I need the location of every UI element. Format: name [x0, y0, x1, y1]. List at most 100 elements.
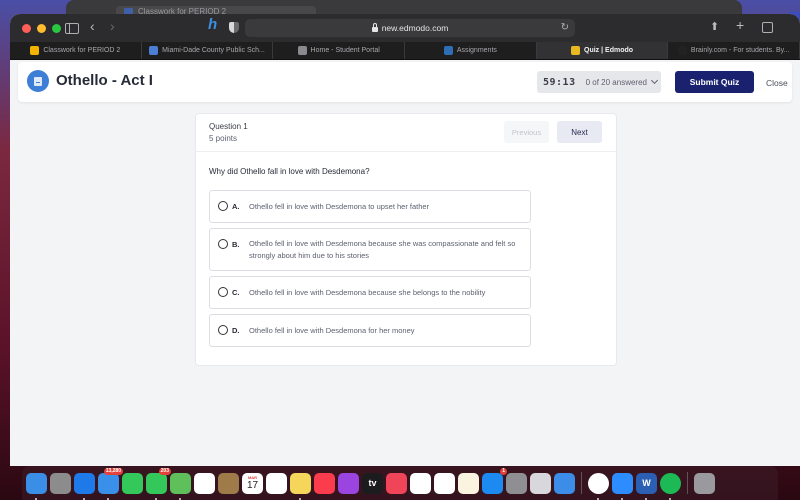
submit-quiz-button[interactable]: Submit Quiz	[675, 71, 754, 93]
browser-tab[interactable]: Brainly.com - For students. By...	[668, 42, 800, 59]
option-text: Othello fell in love with Desdemona beca…	[249, 288, 486, 297]
question-card: Question 1 5 points Previous Next Why di…	[196, 114, 616, 365]
quiz-page: Othello - Act I 59:13 0 of 20 answered S…	[10, 60, 800, 466]
tab-label: Assignments	[456, 47, 497, 54]
radio-button[interactable]	[218, 287, 228, 297]
running-indicator	[299, 497, 301, 500]
running-indicator	[669, 497, 671, 500]
browser-tab[interactable]: Home - Student Portal	[273, 42, 406, 59]
tab-label: Quiz | Edmodo	[584, 47, 634, 54]
trash-icon[interactable]	[694, 472, 715, 494]
roblox-studio-icon[interactable]	[554, 472, 575, 494]
photos-icon[interactable]	[194, 472, 215, 494]
close-window-button[interactable]	[22, 24, 31, 33]
google-classroom-icon	[30, 46, 40, 55]
timer: 59:13	[543, 76, 576, 88]
maps-icon[interactable]	[170, 472, 191, 500]
finder-icon[interactable]	[26, 472, 47, 500]
safari-icon[interactable]	[74, 472, 95, 500]
answer-option-b[interactable]: B. Othello fell in love with Desdemona b…	[209, 228, 531, 271]
radio-button[interactable]	[218, 239, 228, 249]
address-bar[interactable]: new.edmodo.com ↻	[245, 19, 575, 37]
portal-icon	[297, 46, 307, 55]
tab-label: Miami-Dade County Public Sch...	[162, 47, 265, 54]
zoom-icon[interactable]	[612, 472, 633, 500]
w-icon	[443, 46, 453, 55]
url-text: new.edmodo.com	[381, 23, 449, 33]
share-icon[interactable]: ⬆	[710, 20, 719, 34]
messages-icon[interactable]: 203	[146, 467, 171, 500]
close-button[interactable]: Close	[766, 78, 788, 88]
answer-option-c[interactable]: C. Othello fell in love with Desdemona b…	[209, 276, 531, 309]
contacts-icon[interactable]	[218, 472, 239, 494]
quiz-title: Othello - Act I	[56, 72, 153, 89]
answered-count: 0 of 20 answered	[585, 77, 647, 87]
radio-button[interactable]	[218, 325, 228, 335]
progress-dropdown[interactable]: 59:13 0 of 20 answered	[537, 71, 661, 93]
extension-icon[interactable]: h	[208, 17, 217, 32]
news-icon[interactable]	[386, 472, 407, 494]
numbers-icon[interactable]	[410, 472, 431, 494]
option-letter: C.	[232, 288, 240, 297]
music-icon[interactable]	[314, 472, 335, 494]
radio-button[interactable]	[218, 201, 228, 211]
dock-separator	[581, 472, 582, 494]
reminders-icon[interactable]	[266, 472, 287, 494]
browser-window: ‹ › h new.edmodo.com ↻ ⬆ + Classwork for…	[10, 14, 800, 466]
spotify-icon[interactable]	[660, 472, 681, 500]
quiz-header: Othello - Act I 59:13 0 of 20 answered S…	[18, 62, 792, 102]
window-controls	[22, 24, 61, 33]
edmodo-icon	[571, 46, 581, 55]
facetime-icon[interactable]	[122, 472, 143, 494]
answer-option-d[interactable]: D. Othello fell in love with Desdemona f…	[209, 314, 531, 347]
app-store-icon[interactable]: 1	[482, 467, 507, 494]
mail-icon[interactable]: 13,280	[98, 467, 123, 500]
chrome-icon[interactable]	[588, 472, 609, 500]
apple-tv-icon[interactable]: tv	[362, 472, 383, 494]
tab-label: Home - Student Portal	[310, 47, 380, 54]
previous-button[interactable]: Previous	[504, 121, 549, 143]
next-button[interactable]: Next	[557, 121, 602, 143]
privacy-shield-icon[interactable]	[229, 22, 239, 33]
reload-icon[interactable]: ↻	[561, 22, 569, 33]
dock-icon-label: W	[642, 478, 651, 488]
launchpad-icon[interactable]	[50, 472, 71, 494]
tab-label: Classwork for PERIOD 2	[43, 47, 121, 54]
back-icon[interactable]: ‹	[90, 19, 95, 33]
option-text: Othello fell in love with Desdemona to u…	[249, 202, 430, 211]
browser-tab[interactable]: Quiz | Edmodo	[536, 42, 669, 59]
browser-tab[interactable]: Assignments	[405, 42, 537, 59]
lock-icon	[371, 22, 378, 32]
podcasts-icon[interactable]	[338, 472, 359, 494]
tab-overview-icon[interactable]	[762, 22, 773, 33]
zoom-window-button[interactable]	[52, 24, 61, 33]
answer-option-a[interactable]: A. Othello fell in love with Desdemona t…	[209, 190, 531, 223]
running-indicator	[645, 497, 647, 500]
forward-icon[interactable]: ›	[110, 19, 115, 33]
notification-badge: 13,280	[103, 467, 123, 475]
word-icon[interactable]: W	[636, 472, 657, 500]
minimize-window-button[interactable]	[37, 24, 46, 33]
notification-badge: 203	[158, 467, 171, 475]
running-indicator	[597, 497, 599, 500]
browser-toolbar: ‹ › h new.edmodo.com ↻ ⬆ +	[10, 14, 800, 42]
keynote-icon[interactable]	[434, 472, 455, 494]
roblox-icon[interactable]	[530, 472, 551, 494]
question-number: Question 1	[209, 122, 248, 131]
system-preferences-icon[interactable]	[506, 472, 527, 494]
option-letter: A.	[232, 202, 240, 211]
calendar-day: 17	[246, 480, 259, 491]
browser-tab[interactable]: Classwork for PERIOD 2	[10, 42, 142, 59]
pages-icon[interactable]	[458, 472, 479, 494]
new-tab-icon[interactable]: +	[736, 18, 744, 32]
question-header: Question 1 5 points Previous Next	[196, 114, 616, 152]
calendar-icon[interactable]: MAR 17	[242, 472, 263, 494]
option-letter: D.	[232, 326, 240, 335]
notes-icon[interactable]	[290, 472, 311, 500]
running-indicator	[179, 497, 181, 500]
running-indicator	[83, 497, 85, 500]
option-text: Othello fell in love with Desdemona beca…	[249, 239, 516, 260]
sidebar-toggle-icon[interactable]	[65, 23, 79, 34]
running-indicator	[35, 497, 37, 500]
browser-tab[interactable]: Miami-Dade County Public Sch...	[142, 42, 274, 59]
